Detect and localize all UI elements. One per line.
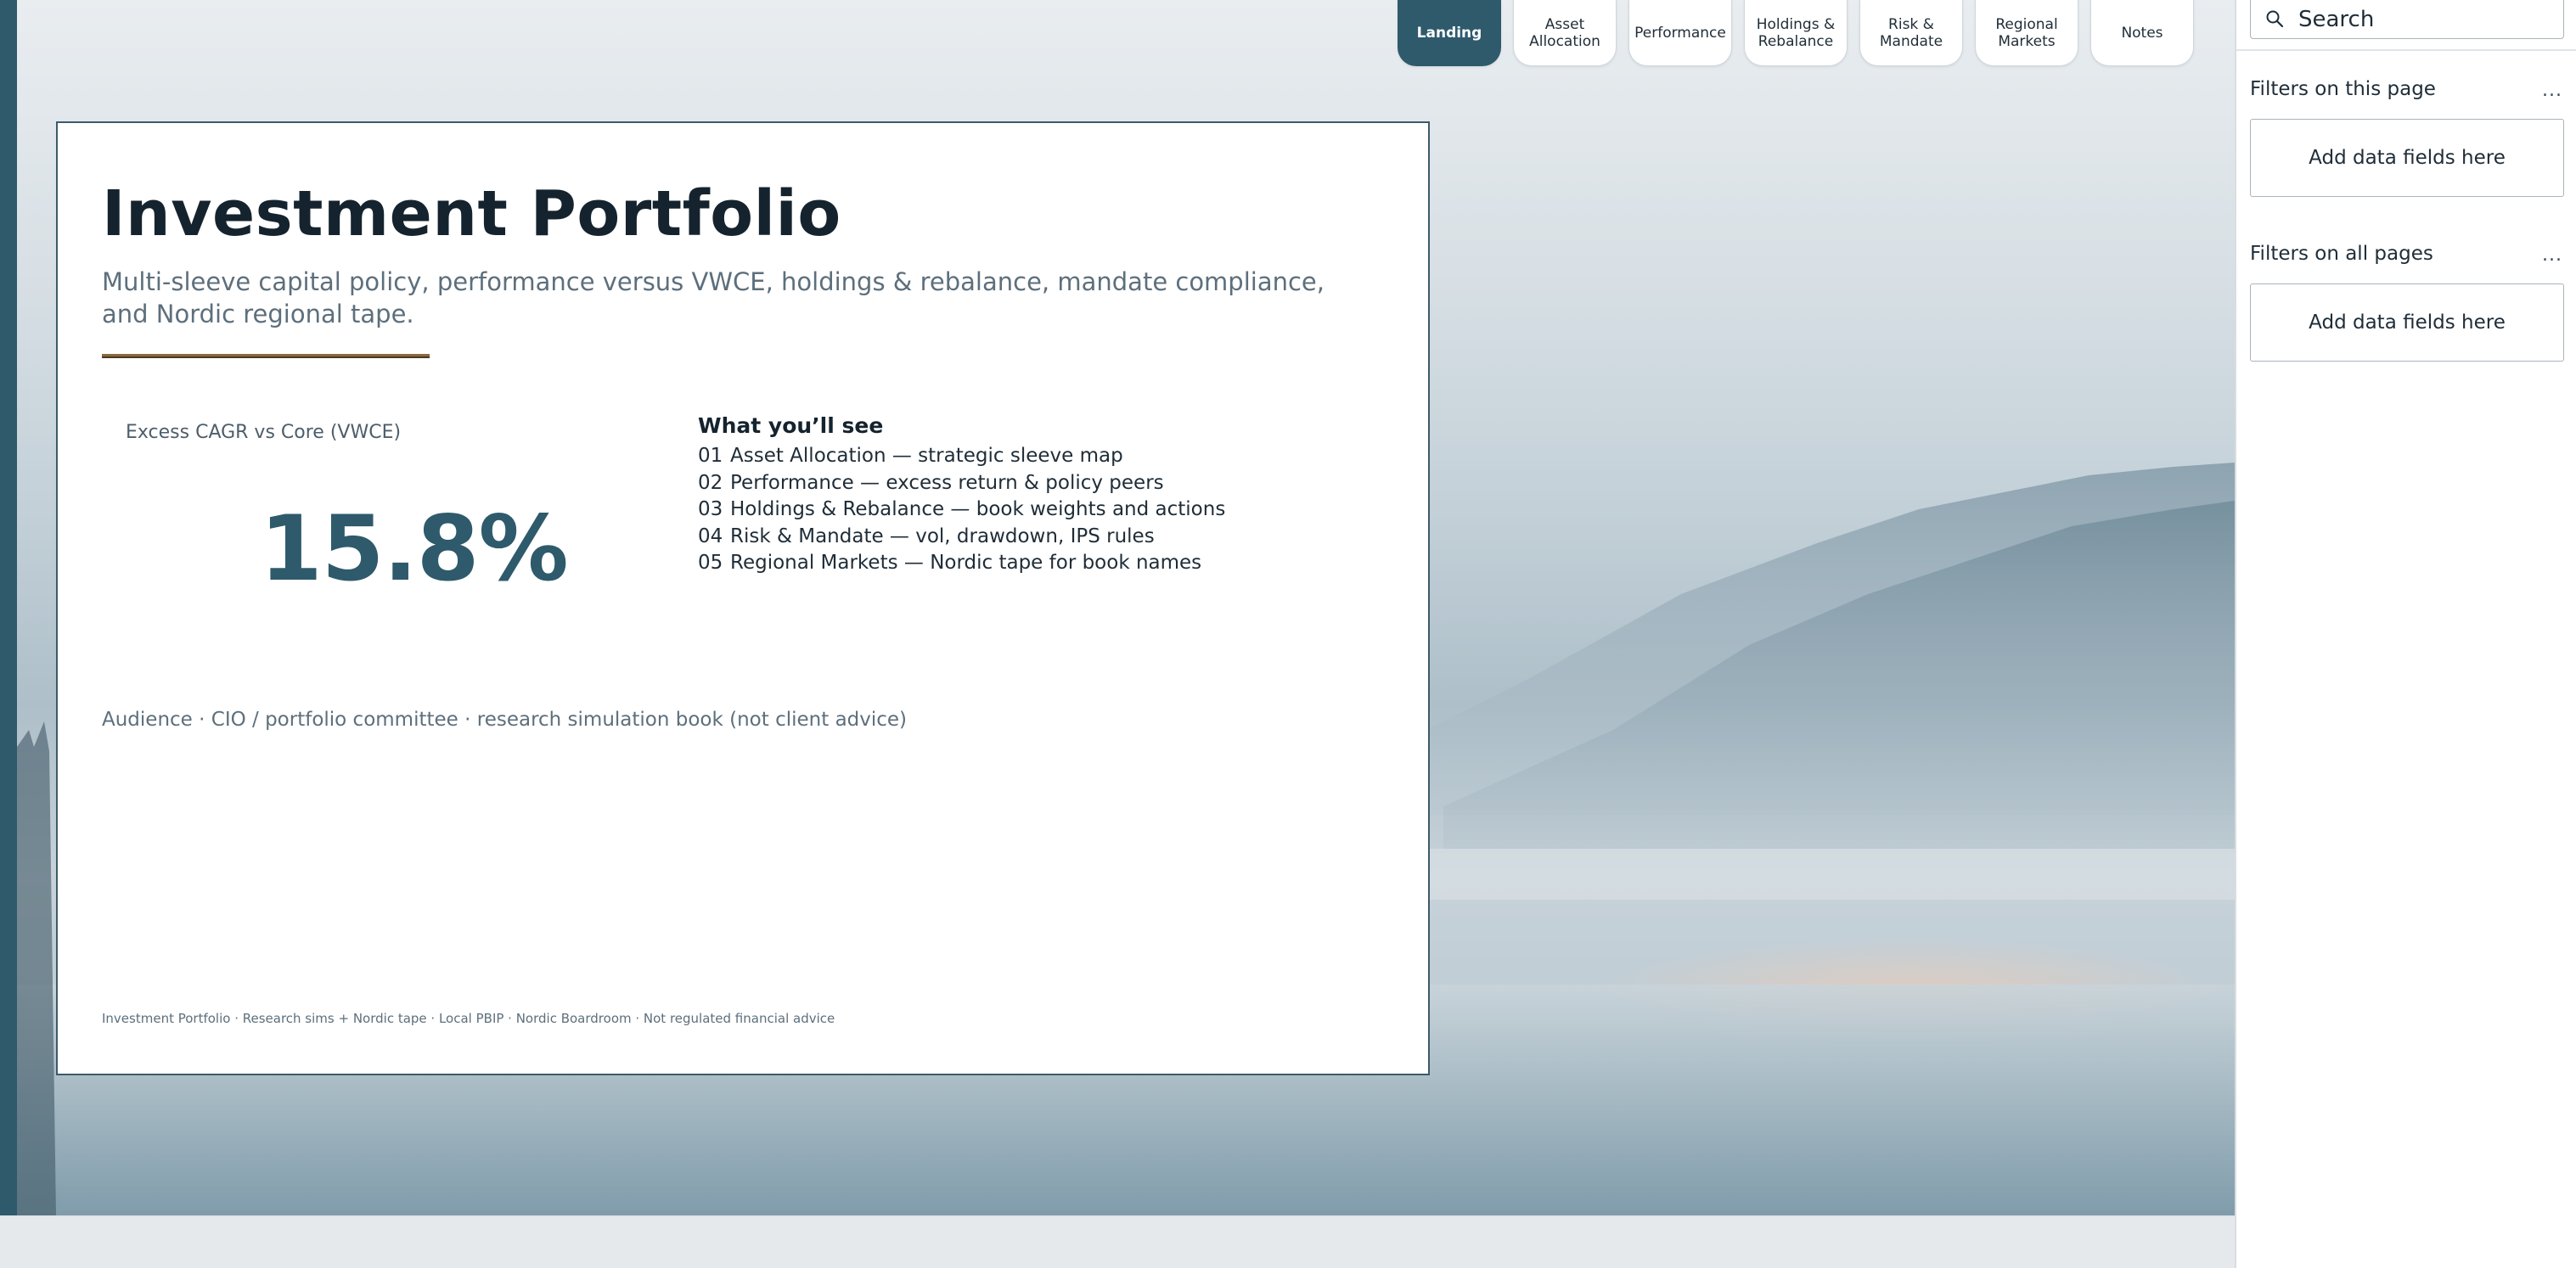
landing-card: Investment Portfolio Multi-sleeve capita… — [56, 121, 1430, 1075]
page-navigator: Landing Asset Allocation Performance Hol… — [1398, 0, 2194, 66]
search-input[interactable] — [2298, 0, 2545, 32]
audience-note: Audience · CIO / portfolio committee · r… — [102, 709, 908, 731]
list-item-text: Regional Markets — Nordic tape for book … — [730, 552, 1202, 574]
kpi-value: 15.8% — [260, 497, 569, 601]
list-item-text: Holdings & Rebalance — book weights and … — [730, 498, 1226, 520]
list-item-number: 01 — [698, 445, 723, 467]
list-item-number: 04 — [698, 525, 723, 547]
nav-tab-asset-allocation[interactable]: Asset Allocation — [1513, 0, 1617, 66]
left-accent-strip — [0, 0, 17, 1215]
nav-tab-notes[interactable]: Notes — [2090, 0, 2194, 66]
nav-tab-landing[interactable]: Landing — [1398, 0, 1501, 66]
page-subtitle: Multi-sleeve capital policy, performance… — [102, 267, 1325, 328]
filters-all-pages-drop-zone[interactable]: Add data fields here — [2250, 283, 2564, 362]
list-item: 01 Asset Allocation — strategic sleeve ma… — [698, 443, 1225, 470]
accent-divider — [102, 354, 430, 358]
list-item-text: Performance — excess return & policy pee… — [730, 471, 1164, 494]
footer-disclaimer: Investment Portfolio · Research sims + N… — [102, 1011, 835, 1026]
list-item: 05 Regional Markets — Nordic tape for boo… — [698, 550, 1225, 577]
page-title: Investment Portfolio — [102, 177, 841, 250]
list-item-number: 02 — [698, 471, 723, 494]
more-options-icon[interactable]: ... — [2542, 244, 2562, 266]
filters-all-pages-title: Filters on all pages — [2250, 243, 2433, 265]
page-bottom-bar — [0, 1215, 2235, 1268]
pane-divider — [2236, 49, 2576, 51]
search-icon — [2251, 1, 2298, 28]
nav-tab-risk-mandate[interactable]: Risk & Mandate — [1859, 0, 1963, 66]
filters-pane: Filters on this page ... Add data fields… — [2235, 0, 2576, 1268]
nav-tab-holdings-rebalance[interactable]: Holdings & Rebalance — [1744, 0, 1848, 66]
list-item-text: Asset Allocation — strategic sleeve map — [730, 445, 1123, 467]
nav-tab-performance[interactable]: Performance — [1628, 0, 1732, 66]
list-item: 04 Risk & Mandate — vol, drawdown, IPS ru… — [698, 524, 1225, 551]
list-item: 02 Performance — excess return & policy p… — [698, 470, 1225, 497]
what-youll-see: What you’ll see 01 Asset Allocation — str… — [698, 413, 1225, 577]
what-youll-see-heading: What you’ll see — [698, 413, 884, 438]
list-item-number: 05 — [698, 552, 723, 574]
more-options-icon[interactable]: ... — [2542, 80, 2562, 101]
list-item-text: Risk & Mandate — vol, drawdown, IPS rule… — [730, 525, 1155, 547]
nav-tab-regional-markets[interactable]: Regional Markets — [1975, 0, 2078, 66]
filters-this-page-drop-zone[interactable]: Add data fields here — [2250, 119, 2564, 197]
list-item-number: 03 — [698, 498, 723, 520]
filters-this-page-title: Filters on this page — [2250, 78, 2436, 100]
kpi-label: Excess CAGR vs Core (VWCE) — [126, 422, 402, 443]
list-item: 03 Holdings & Rebalance — book weights an… — [698, 497, 1225, 524]
filters-search-box[interactable] — [2250, 0, 2564, 39]
